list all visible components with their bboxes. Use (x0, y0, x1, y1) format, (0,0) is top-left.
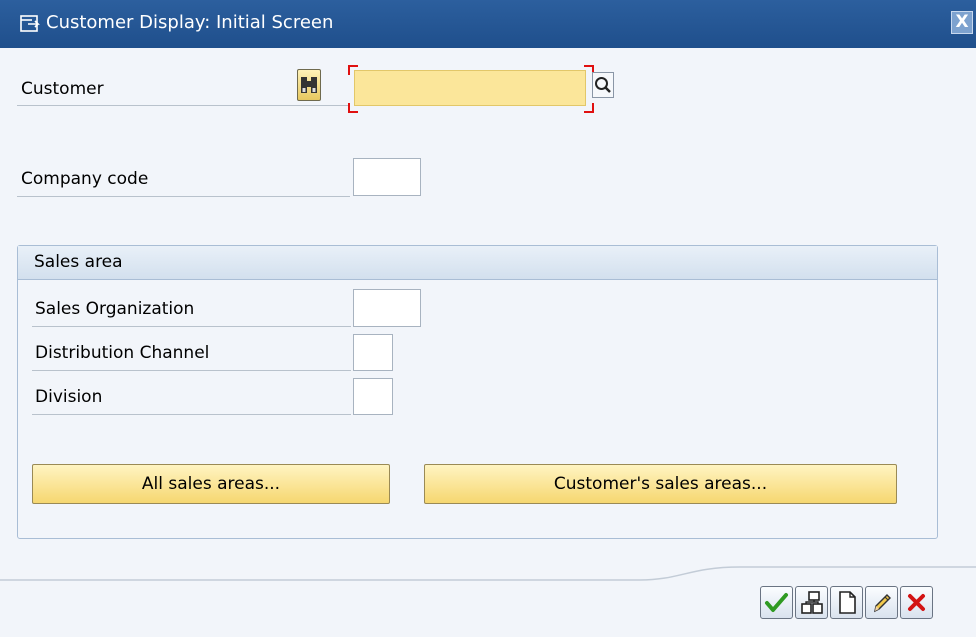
company-code-input[interactable] (353, 158, 421, 196)
title-bar: Customer Display: Initial Screen X (0, 0, 976, 48)
hierarchy-button[interactable] (795, 586, 828, 619)
binoculars-icon (301, 77, 317, 93)
new-document-icon (839, 591, 856, 614)
required-marker-bottom-right (584, 103, 594, 113)
distribution-channel-input[interactable] (353, 334, 393, 371)
continue-button[interactable] (760, 586, 793, 619)
customer-display-window: Customer Display: Initial Screen X Custo… (0, 0, 976, 637)
distribution-channel-label: Distribution Channel (35, 343, 210, 363)
window-title: Customer Display: Initial Screen (46, 12, 334, 33)
division-input[interactable] (353, 378, 393, 415)
sales-area-title: Sales area (34, 252, 123, 272)
search-icon (595, 77, 611, 93)
create-button[interactable] (830, 586, 863, 619)
cancel-button[interactable] (900, 586, 933, 619)
change-button[interactable] (865, 586, 898, 619)
hierarchy-icon (801, 591, 823, 614)
sales-org-label: Sales Organization (35, 299, 195, 319)
sales-org-input[interactable] (353, 289, 421, 327)
sales-org-label-underline (32, 326, 351, 327)
check-icon (765, 593, 788, 612)
cancel-icon (908, 594, 925, 611)
customer-input[interactable] (354, 70, 586, 106)
company-code-label: Company code (21, 169, 149, 189)
binoculars-button[interactable] (297, 69, 321, 101)
search-help-button[interactable] (592, 72, 614, 98)
sales-area-group: Sales area Sales Organization Distributi… (17, 245, 938, 539)
close-button[interactable]: X (951, 11, 973, 34)
all-sales-areas-button[interactable]: All sales areas... (32, 464, 390, 504)
pencil-icon (874, 594, 891, 613)
division-label-underline (32, 414, 351, 415)
customers-sales-areas-button[interactable]: Customer's sales areas... (424, 464, 897, 504)
distribution-channel-label-underline (32, 370, 351, 371)
customer-label: Customer (21, 79, 104, 99)
required-marker-top-left (348, 65, 358, 75)
window-menu-icon[interactable] (20, 14, 40, 34)
sales-area-header: Sales area (18, 246, 937, 280)
required-marker-bottom-left (348, 103, 358, 113)
company-code-label-underline (17, 196, 350, 197)
customer-label-underline (17, 105, 350, 106)
division-label: Division (35, 387, 103, 407)
